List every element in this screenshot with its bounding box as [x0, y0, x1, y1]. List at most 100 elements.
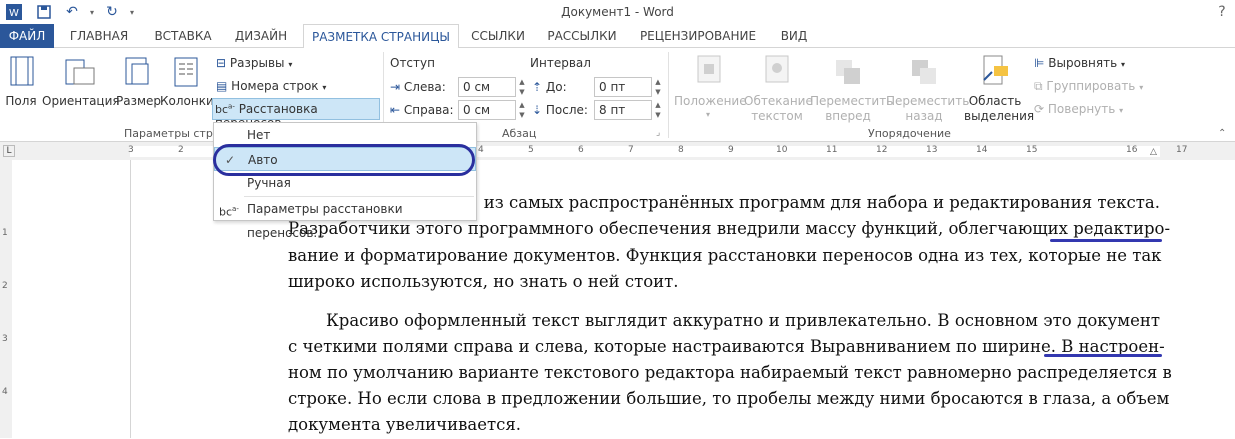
wrap-text-button[interactable]: Обтекание текстом	[744, 52, 813, 124]
doc-line[interactable]: с четкими полями справа и слева, которые…	[288, 334, 1165, 361]
doc-line[interactable]: документа увеличивается.	[288, 412, 1160, 439]
columns-button[interactable]: Колонки	[160, 52, 214, 112]
page-setup-group-label: Параметры стра	[124, 127, 220, 140]
ruler-number: 4	[478, 145, 484, 155]
spacing-before-label: ⇡ До:	[532, 80, 567, 94]
spacing-after-field[interactable]: 8 пт	[594, 100, 652, 120]
send-backward-icon	[910, 54, 938, 89]
doc-line[interactable]: Красиво оформленный текст выглядит аккур…	[326, 308, 1160, 335]
line-numbers-button[interactable]: ▤ Номера строк ▾	[216, 79, 326, 93]
indent-left-text: Слева:	[403, 80, 446, 94]
group-button[interactable]: ⧉ Группировать ▾	[1034, 79, 1143, 94]
ruler-number: 16	[1126, 145, 1138, 155]
line-numbers-label: Номера строк	[231, 79, 319, 93]
paragraph-dialog-launcher-icon[interactable]: ⌟	[656, 128, 660, 138]
ruler-number: 5	[528, 145, 534, 155]
bring-forward-label-2: вперед	[825, 109, 871, 123]
chevron-down-icon: ▾	[322, 83, 327, 92]
bring-forward-button[interactable]: Переместить вперед	[810, 52, 894, 124]
collapse-ribbon-icon[interactable]: ⌃	[1218, 128, 1226, 139]
indent-right-label: ⇤ Справа:	[390, 103, 454, 117]
spacing-heading: Интервал	[530, 56, 591, 70]
bring-forward-label-1: Переместить	[810, 94, 894, 108]
window-title: Документ1 - Word	[561, 5, 674, 19]
align-button[interactable]: ⊫ Выровнять ▾	[1034, 56, 1125, 70]
tab-selector-icon[interactable]: L	[3, 145, 15, 157]
spacing-after-label: ⇣ После:	[532, 103, 588, 117]
rotate-button[interactable]: ⟳ Повернуть ▾	[1034, 102, 1123, 116]
tab-design[interactable]: ДИЗАЙН	[226, 24, 296, 48]
spacing-before-field[interactable]: 0 пт	[594, 77, 652, 97]
tab-review[interactable]: РЕЦЕНЗИРОВАНИЕ	[636, 24, 760, 48]
ribbon-tabs: ФАЙЛ ГЛАВНАЯ ВСТАВКА ДИЗАЙН РАЗМЕТКА СТР…	[0, 24, 1235, 49]
doc-line[interactable]: из самых распространённых программ для н…	[480, 190, 1160, 217]
size-label: Размер	[116, 94, 162, 108]
selection-pane-label-1: Область	[968, 94, 1022, 108]
menu-item-hyphenation-options[interactable]: bca- Параметры расстановки переносов...	[214, 197, 476, 240]
send-backward-label-1: Переместить	[886, 94, 970, 108]
orientation-label: Ориентация	[42, 94, 120, 108]
chevron-down-icon: ▾	[1120, 60, 1125, 69]
hyphenation-icon: bca-	[215, 102, 235, 116]
columns-label: Колонки	[160, 94, 214, 108]
tab-view[interactable]: ВИД	[772, 24, 816, 48]
hyphenation-button[interactable]: bca- Расстановка переносов ▾	[212, 98, 380, 130]
annotation-underline	[1050, 239, 1162, 242]
ruler-number: 9	[728, 145, 734, 155]
indent-left-field[interactable]: 0 см	[458, 77, 516, 97]
doc-line[interactable]: вание и форматирование документов. Функц…	[288, 243, 1162, 270]
indent-right-spinner[interactable]: ▲ ▼	[516, 100, 528, 120]
position-icon	[696, 54, 724, 89]
breaks-icon: ⊟	[216, 56, 227, 70]
doc-line[interactable]: широко используются, но знать о ней стои…	[288, 269, 1160, 296]
arrange-group-label: Упорядочение	[868, 127, 951, 140]
tab-home[interactable]: ГЛАВНАЯ	[62, 24, 136, 48]
selection-pane-label-2: выделения	[964, 109, 1035, 123]
group-separator	[668, 52, 669, 138]
doc-line[interactable]: ном по умолчанию варианте текстового ред…	[288, 360, 1172, 387]
spacing-before-spinner[interactable]: ▲ ▼	[652, 77, 664, 97]
margins-label: Поля	[5, 94, 37, 108]
ruler-number: 4	[2, 387, 8, 397]
orientation-button[interactable]: Ориентация	[42, 52, 120, 112]
line-numbers-icon: ▤	[216, 79, 228, 93]
tab-file[interactable]: ФАЙЛ	[0, 24, 54, 48]
indent-right-field[interactable]: 0 см	[458, 100, 516, 120]
page-edge	[130, 160, 131, 438]
chevron-down-icon: ▾	[288, 60, 293, 69]
selection-pane-button[interactable]: Область выделения	[964, 52, 1035, 124]
ruler-number: 2	[2, 281, 8, 291]
tab-insert[interactable]: ВСТАВКА	[146, 24, 220, 48]
send-backward-button[interactable]: Переместить назад	[886, 52, 970, 124]
rotate-label: Повернуть	[1047, 102, 1116, 116]
ruler-number: 11	[826, 145, 838, 155]
right-indent-marker-icon[interactable]: △	[1150, 147, 1157, 157]
tab-page-layout[interactable]: РАЗМЕТКА СТРАНИЦЫ	[303, 24, 459, 49]
chevron-down-icon: ▾	[706, 110, 711, 119]
size-icon	[124, 56, 152, 91]
margins-button[interactable]: Поля	[4, 52, 38, 112]
spacing-before-text: До:	[545, 80, 567, 94]
indent-left-icon: ⇥	[390, 80, 401, 94]
spacing-after-spinner[interactable]: ▲ ▼	[652, 100, 664, 120]
ribbon: Поля Ориентация Размер Колонки ⊟ Разрывы…	[0, 48, 1235, 142]
ruler-number: 3	[128, 145, 134, 155]
breaks-button[interactable]: ⊟ Разрывы ▾	[216, 56, 292, 70]
indent-left-spinner[interactable]: ▲ ▼	[516, 77, 528, 97]
doc-line[interactable]: строке. Но если слова в предложении боль…	[288, 386, 1169, 413]
size-button[interactable]: Размер	[116, 52, 162, 112]
orientation-icon	[64, 56, 96, 91]
ruler-number: 14	[976, 145, 988, 155]
ruler-number: 3	[2, 334, 8, 344]
help-icon[interactable]: ?	[1212, 2, 1232, 22]
ruler-number: 13	[926, 145, 938, 155]
group-icon: ⧉	[1034, 79, 1043, 93]
tab-references[interactable]: ССЫЛКИ	[466, 24, 530, 48]
tab-mailings[interactable]: РАССЫЛКИ	[540, 24, 624, 48]
ruler-number: 6	[578, 145, 584, 155]
bring-forward-icon	[834, 54, 862, 89]
position-button[interactable]: Положение ▾	[674, 52, 747, 124]
wrap-text-label-2: текстом	[751, 109, 803, 123]
group-label: Группировать	[1046, 79, 1136, 93]
hyphenation-options-icon: bca-	[219, 205, 239, 219]
